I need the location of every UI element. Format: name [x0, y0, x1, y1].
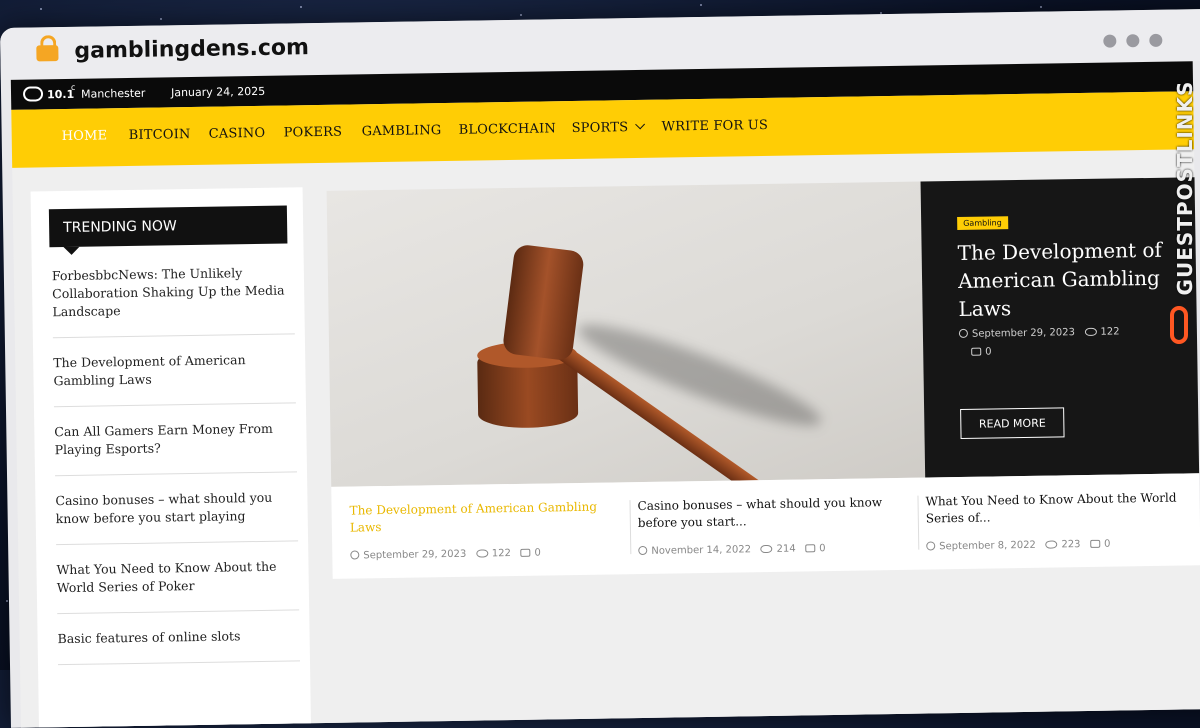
post-card-views: 223: [1061, 539, 1081, 551]
post-card-title[interactable]: What You Need to Know About the World Se…: [925, 489, 1196, 527]
city: Manchester: [80, 86, 146, 101]
featured-comments: 0: [985, 346, 992, 358]
post-card-comments: 0: [534, 547, 541, 559]
post-card-meta: November 14, 2022 214 0: [638, 542, 908, 557]
post-card-meta: September 29, 2023 122 0: [350, 546, 620, 561]
link-icon: [1170, 306, 1188, 344]
watermark-text: GUESTPOSTLINKS: [1173, 80, 1197, 296]
comment-icon: [805, 544, 816, 553]
nav-bitcoin[interactable]: BITCOIN: [129, 127, 191, 143]
post-card[interactable]: Casino bonuses – what should you know be…: [637, 494, 908, 557]
star: [700, 4, 702, 6]
clock-icon: [638, 545, 648, 556]
post-card-comments: 0: [819, 543, 826, 555]
post-card-title[interactable]: The Development of American Gambling Law…: [349, 498, 620, 536]
featured-title[interactable]: The Development of American Gambling Law…: [957, 236, 1168, 323]
window-controls: [1093, 32, 1163, 52]
star: [40, 8, 42, 10]
nav-gambling[interactable]: GAMBLING: [362, 123, 442, 139]
nav-sports[interactable]: SPORTS: [571, 119, 645, 137]
card-divider: [917, 495, 920, 550]
post-card-date: September 29, 2023: [363, 548, 467, 562]
trending-sidebar: TRENDING NOW ForbesbbcNews: The Unlikely…: [30, 187, 312, 728]
nav-blockchain[interactable]: BLOCKCHAIN: [459, 121, 557, 138]
post-card-comments: 0: [1103, 538, 1111, 550]
featured-comments-meta: 0: [971, 346, 992, 358]
post-card-title[interactable]: Casino bonuses – what should you know be…: [637, 494, 908, 532]
star: [6, 600, 8, 602]
trending-list: ForbesbbcNews: The Unlikely Collaboratio…: [51, 263, 300, 681]
web-page: 10.1 c Manchester January 24, 2025 HOME …: [10, 61, 1200, 728]
featured-views: 122: [1100, 326, 1120, 338]
read-more-button[interactable]: READ MORE: [960, 407, 1065, 439]
post-card-date: September 8, 2022: [939, 539, 1036, 553]
clock-icon: [350, 550, 360, 560]
post-card[interactable]: The Development of American Gambling Law…: [349, 498, 620, 562]
eye-icon: [1084, 327, 1097, 337]
post-card[interactable]: What You Need to Know About the World Se…: [925, 489, 1196, 553]
nav-pokers[interactable]: POKERS: [284, 125, 343, 141]
featured-meta: September 29, 2023 122: [958, 326, 1120, 340]
post-cards: The Development of American Gambling Law…: [331, 473, 1200, 579]
lock-icon: [36, 45, 59, 62]
comment-icon: [520, 548, 531, 557]
featured-post-panel: Gambling The Development of American Gam…: [920, 177, 1200, 478]
cloud-icon: [22, 86, 44, 102]
clock-icon: [926, 541, 936, 551]
trending-heading: TRENDING NOW: [48, 205, 288, 248]
eye-icon: [475, 549, 488, 558]
window-dot-icon[interactable]: [1126, 34, 1140, 48]
category-tag[interactable]: Gambling: [957, 216, 1008, 230]
chevron-down-icon: [634, 119, 645, 130]
comment-icon: [1089, 539, 1101, 548]
trending-item[interactable]: The Development of American Gambling Law…: [53, 350, 296, 408]
star: [520, 14, 522, 16]
address-bar-url[interactable]: gamblingdens.com: [74, 35, 309, 64]
gavel-head: [501, 243, 585, 362]
post-card-views: 214: [776, 543, 796, 555]
nav-write-for-us[interactable]: WRITE FOR US: [662, 118, 769, 135]
comment-icon: [971, 347, 982, 356]
card-divider: [629, 500, 632, 555]
eye-icon: [1045, 540, 1058, 549]
temperature-unit: c: [70, 82, 76, 92]
star: [300, 6, 302, 8]
nav-home[interactable]: HOME: [62, 128, 108, 144]
trending-item[interactable]: ForbesbbcNews: The Unlikely Collaboratio…: [51, 263, 295, 339]
window-dot-icon[interactable]: [1103, 34, 1117, 48]
trending-item[interactable]: What You Need to Know About the World Se…: [56, 557, 300, 615]
featured-date: September 29, 2023: [971, 327, 1075, 340]
eye-icon: [760, 544, 773, 554]
hero-image[interactable]: [326, 181, 926, 487]
trending-item[interactable]: Basic features of online slots: [57, 626, 300, 666]
star: [1040, 6, 1042, 8]
clock-icon: [958, 328, 968, 338]
nav-sports-label: SPORTS: [571, 120, 629, 137]
window-dot-icon[interactable]: [1149, 33, 1163, 47]
current-date: January 24, 2025: [170, 84, 266, 100]
trending-item[interactable]: Casino bonuses – what should you know be…: [55, 488, 299, 546]
post-card-date: November 14, 2022: [651, 544, 752, 557]
star: [160, 18, 162, 20]
guestpostlinks-watermark: GUESTPOSTLINKS: [1170, 56, 1197, 356]
nav-casino[interactable]: CASINO: [209, 126, 266, 142]
browser-window: gamblingdens.com 10.1 c Manchester Janua…: [0, 8, 1200, 728]
trending-item[interactable]: Can All Gamers Earn Money From Playing E…: [54, 419, 298, 477]
post-card-meta: September 8, 2022 223 0: [926, 537, 1196, 552]
post-card-views: 122: [491, 548, 512, 560]
